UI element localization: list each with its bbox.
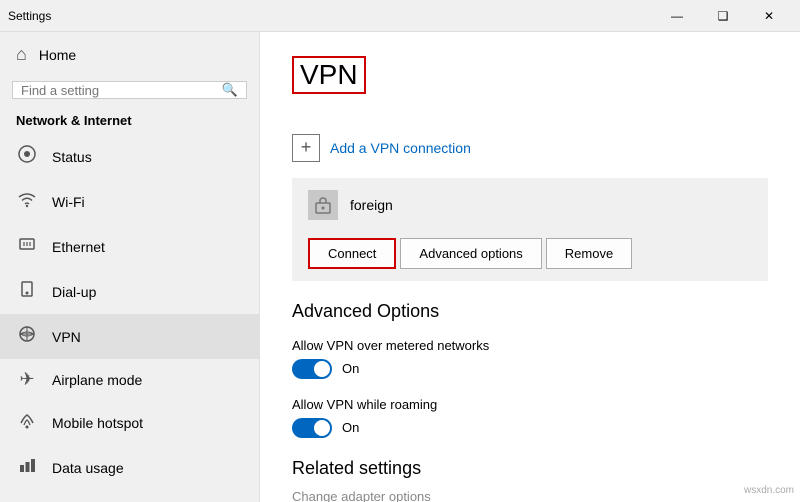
option2-toggle[interactable] [292,418,332,438]
option2-toggle-row: On [292,418,768,438]
status-icon [16,144,38,169]
advanced-section-title: Advanced Options [292,301,768,322]
sidebar-item-status-label: Status [52,149,92,165]
option-metered-networks: Allow VPN over metered networks On [292,338,768,379]
vpn-card-header: foreign [308,190,752,220]
sidebar-item-datausage-label: Data usage [52,460,124,476]
minimize-button[interactable]: — [654,0,700,32]
vpn-card-actions: Connect Advanced options Remove [308,230,752,281]
advanced-options-button[interactable]: Advanced options [400,238,541,269]
remove-button[interactable]: Remove [546,238,632,269]
sidebar-item-datausage[interactable]: Data usage [0,445,259,490]
sidebar-item-hotspot[interactable]: Mobile hotspot [0,400,259,445]
wifi-icon [16,189,38,214]
vpn-card-icon [308,190,338,220]
page-title: VPN [292,56,366,94]
option-roaming: Allow VPN while roaming On [292,397,768,438]
restore-button[interactable]: ❑ [700,0,746,32]
sidebar-item-airplane[interactable]: ✈ Airplane mode [0,359,259,400]
dialup-icon [16,279,38,304]
sidebar-item-airplane-label: Airplane mode [52,372,142,388]
sidebar-item-vpn-label: VPN [52,329,81,345]
option1-label: Allow VPN over metered networks [292,338,768,353]
title-bar-text: Settings [8,9,654,23]
search-input[interactable] [21,83,222,98]
option1-toggle-row: On [292,359,768,379]
watermark: wsxdn.com [744,485,794,496]
airplane-icon: ✈ [16,369,38,390]
sidebar-item-dialup[interactable]: Dial-up [0,269,259,314]
ethernet-icon [16,234,38,259]
hotspot-icon [16,410,38,435]
search-box: 🔍 [12,81,247,99]
search-icon: 🔍 [222,82,238,98]
sidebar: ⌂ Home 🔍 Network & Internet Status [0,32,260,502]
sidebar-item-wifi-label: Wi-Fi [52,194,85,210]
sidebar-item-hotspot-label: Mobile hotspot [52,415,143,431]
content-area: VPN + Add a VPN connection foreign Conne [260,32,800,502]
sidebar-item-wifi[interactable]: Wi-Fi [0,179,259,224]
datausage-icon [16,455,38,480]
app-body: ⌂ Home 🔍 Network & Internet Status [0,32,800,502]
close-button[interactable]: ✕ [746,0,792,32]
add-vpn-label: Add a VPN connection [330,140,471,156]
add-vpn-icon: + [292,134,320,162]
option2-toggle-text: On [342,420,359,435]
sidebar-item-home[interactable]: ⌂ Home [0,32,259,77]
option2-label: Allow VPN while roaming [292,397,768,412]
vpn-connection-name: foreign [350,197,393,213]
sidebar-item-status[interactable]: Status [0,134,259,179]
related-settings-section: Related settings Change adapter options [292,458,768,502]
advanced-options-section: Advanced Options Allow VPN over metered … [292,301,768,438]
related-section-title: Related settings [292,458,768,479]
sidebar-section-title: Network & Internet [0,107,259,134]
home-icon: ⌂ [16,44,27,65]
vpn-icon [16,324,38,349]
sidebar-item-proxy[interactable]: Proxy [0,490,259,502]
title-bar-controls: — ❑ ✕ [654,0,792,32]
vpn-card: foreign Connect Advanced options Remove [292,178,768,281]
sidebar-item-ethernet-label: Ethernet [52,239,105,255]
change-adapter-options-link[interactable]: Change adapter options [292,489,768,502]
sidebar-home-label: Home [39,47,76,63]
sidebar-item-ethernet[interactable]: Ethernet [0,224,259,269]
sidebar-item-vpn[interactable]: VPN [0,314,259,359]
option1-toggle-text: On [342,361,359,376]
sidebar-item-dialup-label: Dial-up [52,284,96,300]
connect-button[interactable]: Connect [308,238,396,269]
add-vpn-row[interactable]: + Add a VPN connection [292,134,768,162]
title-bar: Settings — ❑ ✕ [0,0,800,32]
option1-toggle[interactable] [292,359,332,379]
